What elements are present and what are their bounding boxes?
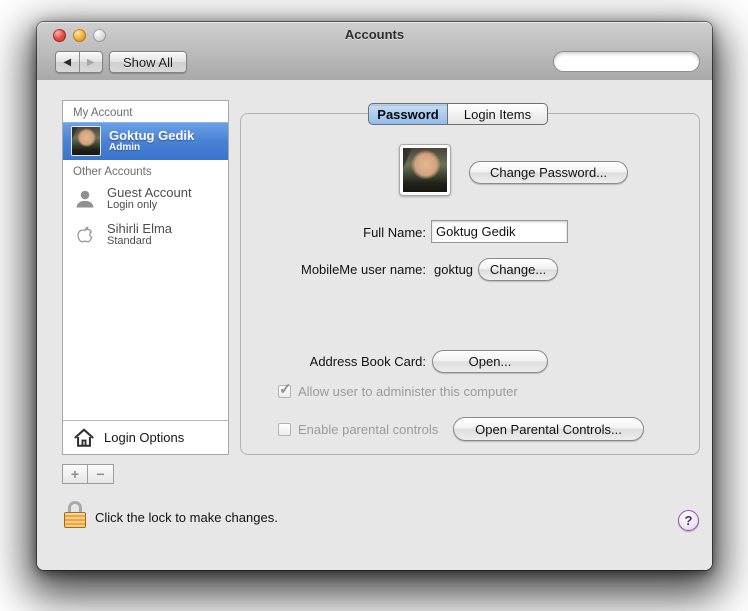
full-name-label: Full Name: <box>241 225 426 240</box>
allow-administer-checkbox[interactable] <box>278 385 291 398</box>
tab-login-items[interactable]: Login Items <box>448 103 548 125</box>
accounts-sidebar: My Account Goktug Gedik Admin Other Acco… <box>62 100 229 455</box>
remove-account-button[interactable]: − <box>88 464 114 484</box>
help-button[interactable]: ? <box>678 510 699 531</box>
account-name: Goktug Gedik <box>109 129 194 143</box>
titlebar: Accounts ◀ ▶ Show All <box>37 22 712 81</box>
mobileme-change-button[interactable]: Change... <box>478 258 558 281</box>
account-name: Guest Account <box>107 186 192 200</box>
add-account-button[interactable]: + <box>62 464 88 484</box>
account-role: Standard <box>107 236 172 248</box>
back-button[interactable]: ◀ <box>56 52 80 72</box>
apple-logo-icon <box>71 221 99 249</box>
admin-checkbox-row: Allow user to administer this computer <box>278 384 518 399</box>
lock-hint-text: Click the lock to make changes. <box>95 510 278 525</box>
house-icon <box>73 427 95 448</box>
sidebar-item-guest-account[interactable]: Guest Account Login only <box>63 181 228 217</box>
mobileme-username-value: goktug <box>434 262 473 277</box>
history-nav-segment: ◀ ▶ <box>55 51 103 73</box>
account-name: Sihirli Elma <box>107 222 172 236</box>
change-password-button[interactable]: Change Password... <box>469 161 628 184</box>
mobileme-label: MobileMe user name: <box>241 262 426 277</box>
content-area: My Account Goktug Gedik Admin Other Acco… <box>37 80 712 570</box>
enable-parental-controls-label: Enable parental controls <box>298 422 438 437</box>
allow-administer-label: Allow user to administer this computer <box>298 384 518 399</box>
forward-button: ▶ <box>80 52 103 72</box>
search-field[interactable] <box>553 51 700 72</box>
login-options-label: Login Options <box>104 430 184 445</box>
lock-body <box>64 512 86 528</box>
enable-parental-controls-checkbox[interactable] <box>278 423 291 436</box>
search-input[interactable] <box>560 54 724 70</box>
address-book-card-label: Address Book Card: <box>241 354 426 369</box>
sidebar-item-goktug-gedik[interactable]: Goktug Gedik Admin <box>63 122 228 160</box>
user-picture <box>403 148 447 192</box>
my-account-header: My Account <box>63 101 228 122</box>
full-name-field[interactable] <box>431 220 568 243</box>
address-book-open-button[interactable]: Open... <box>432 350 548 373</box>
user-picture-well[interactable] <box>399 144 451 196</box>
sidebar-item-login-options[interactable]: Login Options <box>63 420 228 454</box>
avatar <box>71 126 101 156</box>
show-all-button[interactable]: Show All <box>109 51 187 73</box>
account-add-remove-control: + − <box>62 464 114 484</box>
account-role: Admin <box>109 143 194 154</box>
sidebar-item-sihirli-elma[interactable]: Sihirli Elma Standard <box>63 217 228 253</box>
password-tab-panel: Change Password... Full Name: MobileMe u… <box>240 113 700 455</box>
guest-user-icon <box>71 185 99 213</box>
lock-icon[interactable] <box>62 501 88 533</box>
open-parental-controls-button[interactable]: Open Parental Controls... <box>453 417 644 441</box>
accounts-preferences-window: Accounts ◀ ▶ Show All My Account Goktug … <box>37 22 712 570</box>
window-title: Accounts <box>37 27 712 42</box>
tab-password[interactable]: Password <box>368 103 448 125</box>
parental-checkbox-row: Enable parental controls <box>278 422 438 437</box>
account-role: Login only <box>107 200 192 212</box>
tab-bar: Password Login Items <box>368 103 548 125</box>
other-accounts-header: Other Accounts <box>63 160 228 181</box>
